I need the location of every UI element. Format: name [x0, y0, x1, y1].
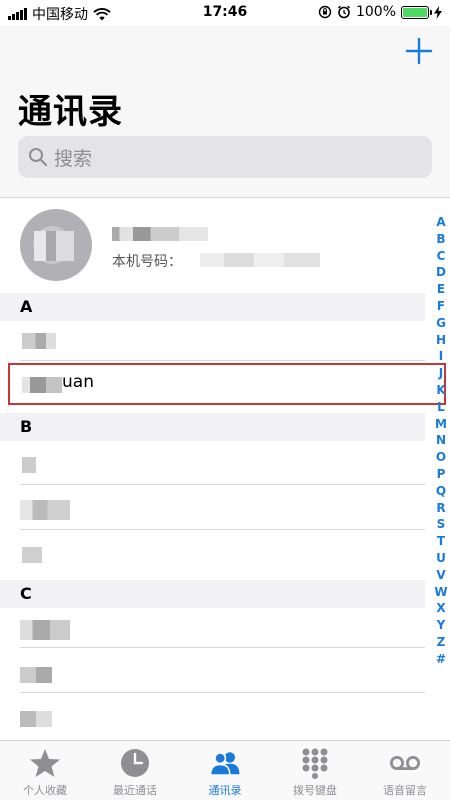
row-divider: [20, 692, 425, 693]
tab-label: 语音留言: [383, 784, 427, 797]
tab-voicemail[interactable]: 语音留言: [360, 741, 450, 800]
contact-row[interactable]: [0, 445, 425, 485]
contact-row[interactable]: [0, 697, 425, 737]
section-header-a: A: [0, 293, 425, 321]
contact-row[interactable]: [0, 608, 425, 648]
tab-recents[interactable]: 最近通话: [90, 741, 180, 800]
index-letter[interactable]: F: [437, 298, 445, 315]
voicemail-icon: [390, 756, 420, 770]
highlight-box: [8, 363, 446, 405]
search-placeholder: 搜索: [54, 147, 93, 170]
tab-label: 拨号键盘: [293, 784, 337, 797]
row-divider: [20, 484, 425, 485]
page-title: 通讯录: [18, 92, 123, 132]
index-letter[interactable]: V: [436, 567, 445, 584]
search-icon: [29, 148, 48, 167]
contact-name-redacted: [22, 547, 42, 563]
index-letter[interactable]: R: [436, 500, 445, 517]
header: 通讯录 搜索: [0, 26, 450, 198]
star-icon: [30, 749, 60, 777]
add-contact-button[interactable]: [404, 36, 434, 66]
index-letter[interactable]: #: [436, 651, 446, 668]
tab-label: 最近通话: [113, 784, 157, 797]
index-letter[interactable]: D: [436, 264, 446, 281]
row-divider: [20, 360, 425, 361]
index-letter[interactable]: U: [436, 550, 446, 567]
index-letter[interactable]: B: [436, 231, 445, 248]
index-letter[interactable]: C: [437, 248, 446, 265]
index-letter[interactable]: A: [436, 214, 445, 231]
index-letter[interactable]: Z: [437, 634, 446, 651]
row-divider: [20, 647, 425, 648]
charging-icon: [434, 5, 442, 19]
index-letter[interactable]: H: [436, 332, 446, 349]
contact-name-redacted: [20, 620, 70, 640]
contact-name-redacted: [22, 333, 56, 349]
index-letter[interactable]: K: [436, 382, 445, 399]
tab-keypad[interactable]: 拨号键盘: [270, 741, 360, 800]
keypad-icon: [302, 748, 328, 779]
index-letter[interactable]: M: [435, 416, 447, 433]
status-bar: 中国移动 17:46 100%: [0, 0, 450, 26]
contact-name-redacted: [20, 711, 52, 727]
my-number-label: 本机号码：: [112, 254, 182, 270]
contact-name-redacted: [20, 500, 70, 520]
tab-bar: 个人收藏 最近通话 通讯录 拨号键盘 语音留言: [0, 740, 450, 800]
section-header-c: C: [0, 580, 425, 608]
index-letter[interactable]: I: [439, 348, 443, 365]
contact-row[interactable]: [0, 535, 425, 575]
index-letter[interactable]: X: [436, 600, 445, 617]
battery-percent: 100%: [355, 4, 396, 20]
tab-favorites[interactable]: 个人收藏: [0, 741, 90, 800]
index-letter[interactable]: G: [436, 315, 446, 332]
index-letter[interactable]: T: [437, 533, 445, 550]
my-number-redacted: [200, 253, 320, 267]
index-letter[interactable]: L: [437, 399, 445, 416]
contact-row[interactable]: [0, 490, 425, 530]
contact-row[interactable]: [0, 321, 425, 361]
index-letter[interactable]: O: [436, 449, 446, 466]
index-letter[interactable]: Q: [436, 483, 446, 500]
contact-name-redacted: [22, 457, 36, 473]
avatar: [20, 209, 92, 281]
index-letter[interactable]: Y: [437, 617, 446, 634]
status-right: 100%: [318, 4, 442, 20]
clock-icon: [121, 749, 149, 777]
contact-row[interactable]: [0, 653, 425, 693]
index-letter[interactable]: S: [437, 516, 446, 533]
section-header-b: B: [0, 413, 425, 441]
alarm-icon: [337, 5, 350, 19]
battery-icon: [401, 5, 432, 19]
index-letter[interactable]: J: [439, 365, 443, 382]
index-letter[interactable]: E: [437, 281, 445, 298]
rotation-lock-icon: [318, 5, 332, 19]
contacts-icon: [209, 752, 240, 776]
index-letter[interactable]: N: [436, 432, 446, 449]
my-name-redacted: [112, 227, 208, 241]
row-divider: [20, 529, 425, 530]
tab-label: 个人收藏: [23, 784, 67, 797]
section-index[interactable]: A B C D E F G H I J K L M N O P Q R S T U V W X Y Z #: [433, 214, 449, 668]
index-letter[interactable]: P: [437, 466, 446, 483]
my-card[interactable]: 本机号码：: [0, 199, 425, 292]
index-letter[interactable]: W: [434, 584, 447, 601]
contact-name-redacted: [20, 667, 52, 683]
tab-label: 通讯录: [208, 784, 242, 797]
search-input[interactable]: 搜索: [18, 136, 432, 178]
tab-contacts[interactable]: 通讯录: [180, 741, 270, 800]
